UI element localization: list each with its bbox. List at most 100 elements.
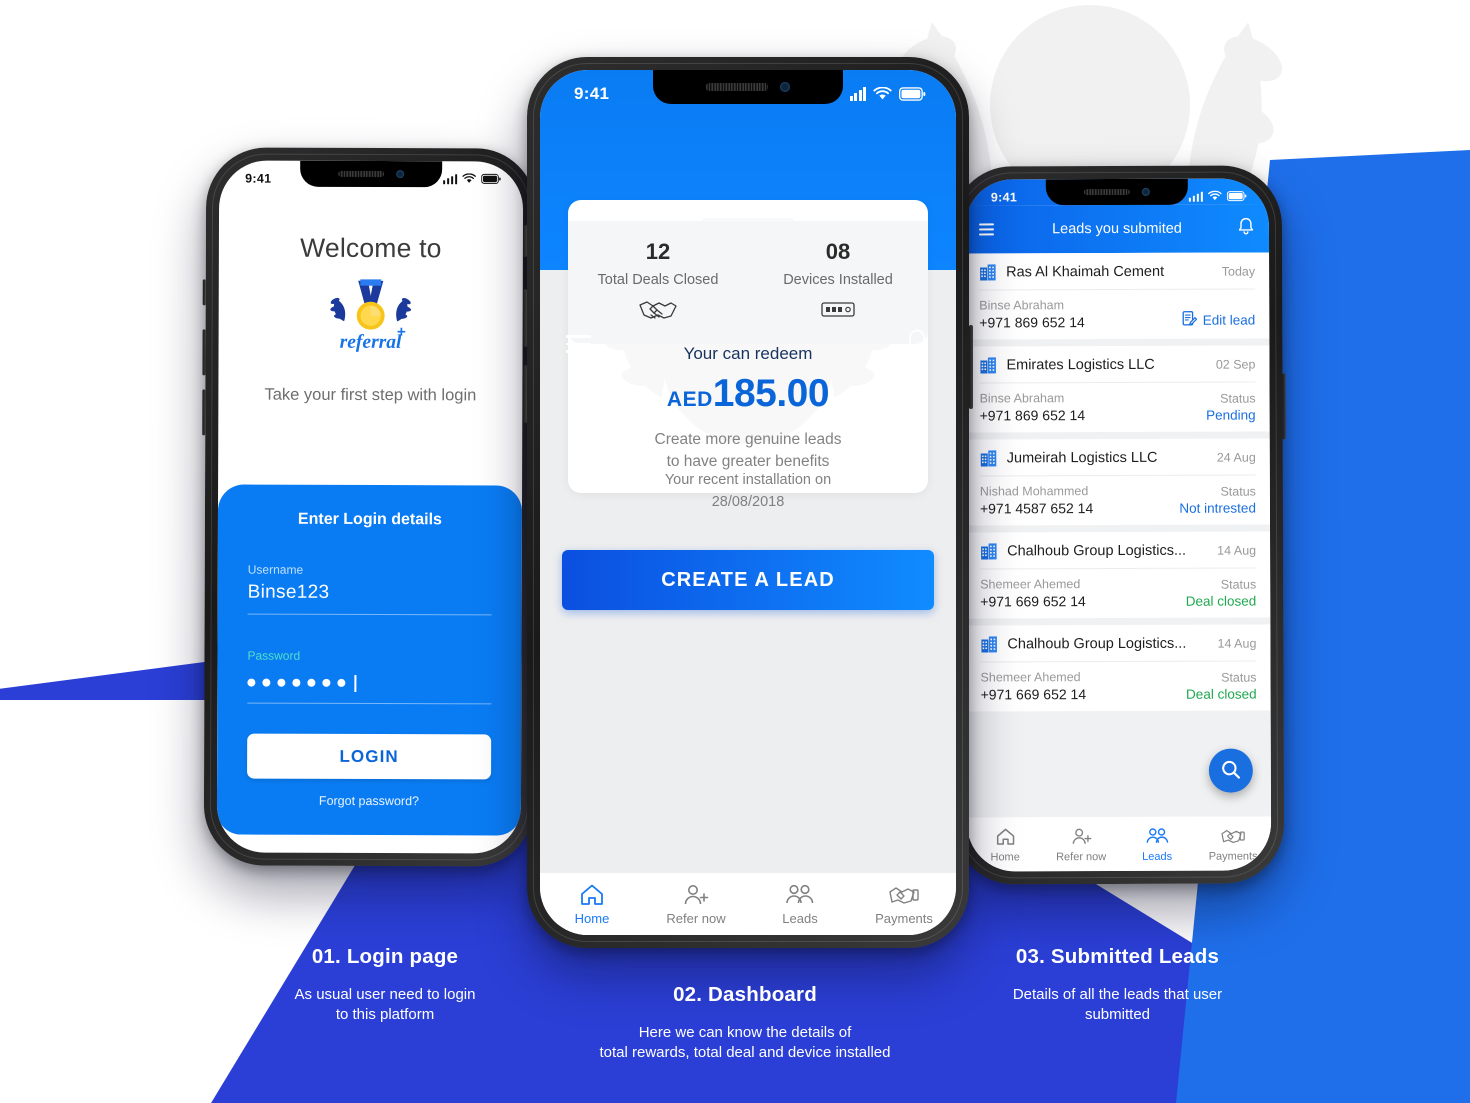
lead-header: Ras Al Khaimah Cement Today bbox=[979, 262, 1256, 291]
tab-leads[interactable]: Leads bbox=[1119, 825, 1195, 862]
stat-total-deals-closed: 12 Total Deals Closed bbox=[568, 239, 748, 322]
list-item[interactable]: Chalhoub Group Logistics... 14 Aug Sheme… bbox=[966, 624, 1271, 712]
status-time: 9:41 bbox=[245, 171, 272, 186]
stats-panel: 12 Total Deals Closed 08 Devices Install… bbox=[568, 221, 928, 344]
volume-down-button[interactable] bbox=[202, 389, 206, 436]
volume-down-button[interactable] bbox=[523, 365, 527, 423]
volume-up-button[interactable] bbox=[202, 329, 206, 376]
tab-home[interactable]: Home bbox=[967, 826, 1043, 863]
earpiece-speaker bbox=[338, 170, 385, 178]
login-button[interactable]: LOGIN bbox=[247, 733, 492, 780]
search-icon bbox=[1220, 758, 1242, 783]
lead-status: Status Pending bbox=[1206, 392, 1256, 423]
phone-login-screen: 9:41 Welcome to referral + Take your fir… bbox=[216, 160, 524, 854]
lead-details: Shemeer Ahemed +971 669 652 14 Status De… bbox=[980, 662, 1257, 702]
building-icon bbox=[979, 356, 997, 374]
lead-header: Chalhoub Group Logistics... 14 Aug bbox=[980, 634, 1257, 663]
edit-document-icon bbox=[1182, 311, 1198, 330]
tab-label: Payments bbox=[1208, 850, 1258, 863]
mute-switch[interactable] bbox=[523, 225, 527, 257]
notch bbox=[1045, 178, 1188, 206]
people-icon bbox=[1119, 825, 1195, 847]
earpiece-speaker bbox=[1083, 188, 1130, 196]
stat-value: 08 bbox=[825, 239, 851, 264]
forgot-password-link[interactable]: Forgot password? bbox=[247, 794, 491, 809]
lead-phone: +971 869 652 14 bbox=[979, 314, 1085, 331]
bottom-navigation: Home Refer now Leads Payments bbox=[540, 873, 956, 935]
wifi-icon bbox=[462, 173, 476, 183]
list-item[interactable]: Jumeirah Logistics LLC 24 Aug Nishad Moh… bbox=[965, 438, 1270, 526]
phone-leads: 9:41 Leads you submited Ras Al Khaimah C… bbox=[949, 165, 1286, 885]
password-input[interactable] bbox=[247, 673, 491, 694]
status-badge: Deal closed bbox=[1186, 686, 1257, 702]
edit-lead-button[interactable]: Edit lead bbox=[1182, 311, 1256, 330]
search-fab-button[interactable] bbox=[1208, 748, 1253, 793]
tab-label: Home bbox=[990, 850, 1020, 863]
password-label: Password bbox=[247, 648, 301, 663]
username-input[interactable]: Binse123 bbox=[248, 582, 492, 605]
front-camera bbox=[1141, 187, 1150, 196]
lead-status: Status Not intrested bbox=[1179, 485, 1256, 516]
tab-label: Leads bbox=[782, 911, 818, 926]
lead-date: 24 Aug bbox=[1216, 450, 1256, 465]
lead-header: Jumeirah Logistics LLC 24 Aug bbox=[979, 448, 1256, 477]
volume-up-button[interactable] bbox=[523, 289, 527, 347]
leads-list[interactable]: Ras Al Khaimah Cement Today Binse Abraha… bbox=[965, 252, 1272, 818]
hamburger-icon[interactable] bbox=[566, 335, 591, 353]
caption-desc: Details of all the leads that user submit… bbox=[1012, 986, 1223, 1024]
currency-code: AED bbox=[666, 388, 713, 411]
caption-title: 03. Submitted Leads bbox=[1015, 945, 1220, 968]
login-tagline: Take your first step with login bbox=[264, 385, 477, 405]
person-add-icon bbox=[1043, 825, 1119, 847]
tab-leads[interactable]: Leads bbox=[748, 882, 852, 926]
lead-status: Status Deal closed bbox=[1186, 671, 1257, 702]
phone-login: 9:41 Welcome to referral + Take your fir… bbox=[202, 147, 539, 867]
svg-text:+: + bbox=[397, 324, 406, 341]
stat-label: Total Deals Closed bbox=[597, 272, 719, 288]
login-panel: Enter Login details Username Binse123 Pa… bbox=[216, 484, 523, 836]
bell-icon[interactable] bbox=[904, 328, 930, 361]
tab-home[interactable]: Home bbox=[540, 882, 644, 926]
tab-refer-now[interactable]: Refer now bbox=[644, 882, 748, 926]
leads-appbar: Leads you submited bbox=[964, 204, 1270, 254]
caption-desc: Here we can know the details of total rew… bbox=[599, 1024, 891, 1062]
stat-devices-installed: 08 Devices Installed bbox=[748, 239, 928, 322]
status-badge: Deal closed bbox=[1185, 593, 1257, 609]
battery-icon bbox=[1226, 191, 1247, 202]
list-item[interactable]: Chalhoub Group Logistics... 14 Aug Sheme… bbox=[966, 531, 1271, 619]
stat-value: 12 bbox=[645, 239, 671, 264]
lead-date: 02 Sep bbox=[1215, 357, 1256, 372]
building-icon bbox=[980, 449, 998, 467]
lead-company: Chalhoub Group Logistics... bbox=[1007, 635, 1187, 653]
lead-company: Emirates Logistics LLC bbox=[1006, 356, 1155, 374]
tab-payments[interactable]: Payments bbox=[1195, 825, 1271, 862]
lead-date: Today bbox=[1221, 264, 1256, 279]
recent-installation: Your recent installation on 28/08/2018 bbox=[540, 470, 956, 514]
lead-details: Binse Abraham +971 869 652 14 Edit lead bbox=[979, 290, 1256, 331]
front-camera bbox=[396, 170, 405, 179]
caption-title: 01. Login page bbox=[311, 945, 459, 968]
handshake-money-icon bbox=[1195, 825, 1271, 847]
lead-contact-name: Binse Abraham bbox=[979, 298, 1065, 313]
lead-phone: +971 869 652 14 bbox=[979, 407, 1086, 424]
username-field-group[interactable]: Username Binse123 bbox=[247, 563, 492, 616]
create-lead-button[interactable]: CREATE A LEAD bbox=[562, 550, 934, 610]
password-field-group[interactable]: Password bbox=[247, 648, 492, 705]
text-caret bbox=[354, 674, 356, 692]
tab-payments[interactable]: Payments bbox=[852, 882, 956, 926]
mute-switch[interactable] bbox=[202, 279, 206, 306]
power-button[interactable] bbox=[969, 325, 973, 409]
list-item[interactable]: Ras Al Khaimah Cement Today Binse Abraha… bbox=[965, 252, 1270, 340]
lead-details: Nishad Mohammed +971 4587 652 14 Status … bbox=[980, 476, 1256, 516]
tab-refer-now[interactable]: Refer now bbox=[1043, 825, 1119, 863]
power-button[interactable] bbox=[1282, 373, 1286, 440]
list-item[interactable]: Emirates Logistics LLC 02 Sep Binse Abra… bbox=[965, 345, 1270, 433]
lead-phone: +971 669 652 14 bbox=[980, 593, 1086, 610]
amount-value: 185.00 bbox=[712, 372, 830, 415]
lead-status: Status Deal closed bbox=[1186, 578, 1257, 609]
people-icon bbox=[748, 882, 852, 908]
lead-action[interactable]: Edit lead bbox=[1182, 311, 1256, 330]
recent-installation-label: Your recent installation on bbox=[664, 472, 832, 488]
lead-date: 14 Aug bbox=[1217, 543, 1257, 558]
status-time: 9:41 bbox=[574, 84, 610, 103]
